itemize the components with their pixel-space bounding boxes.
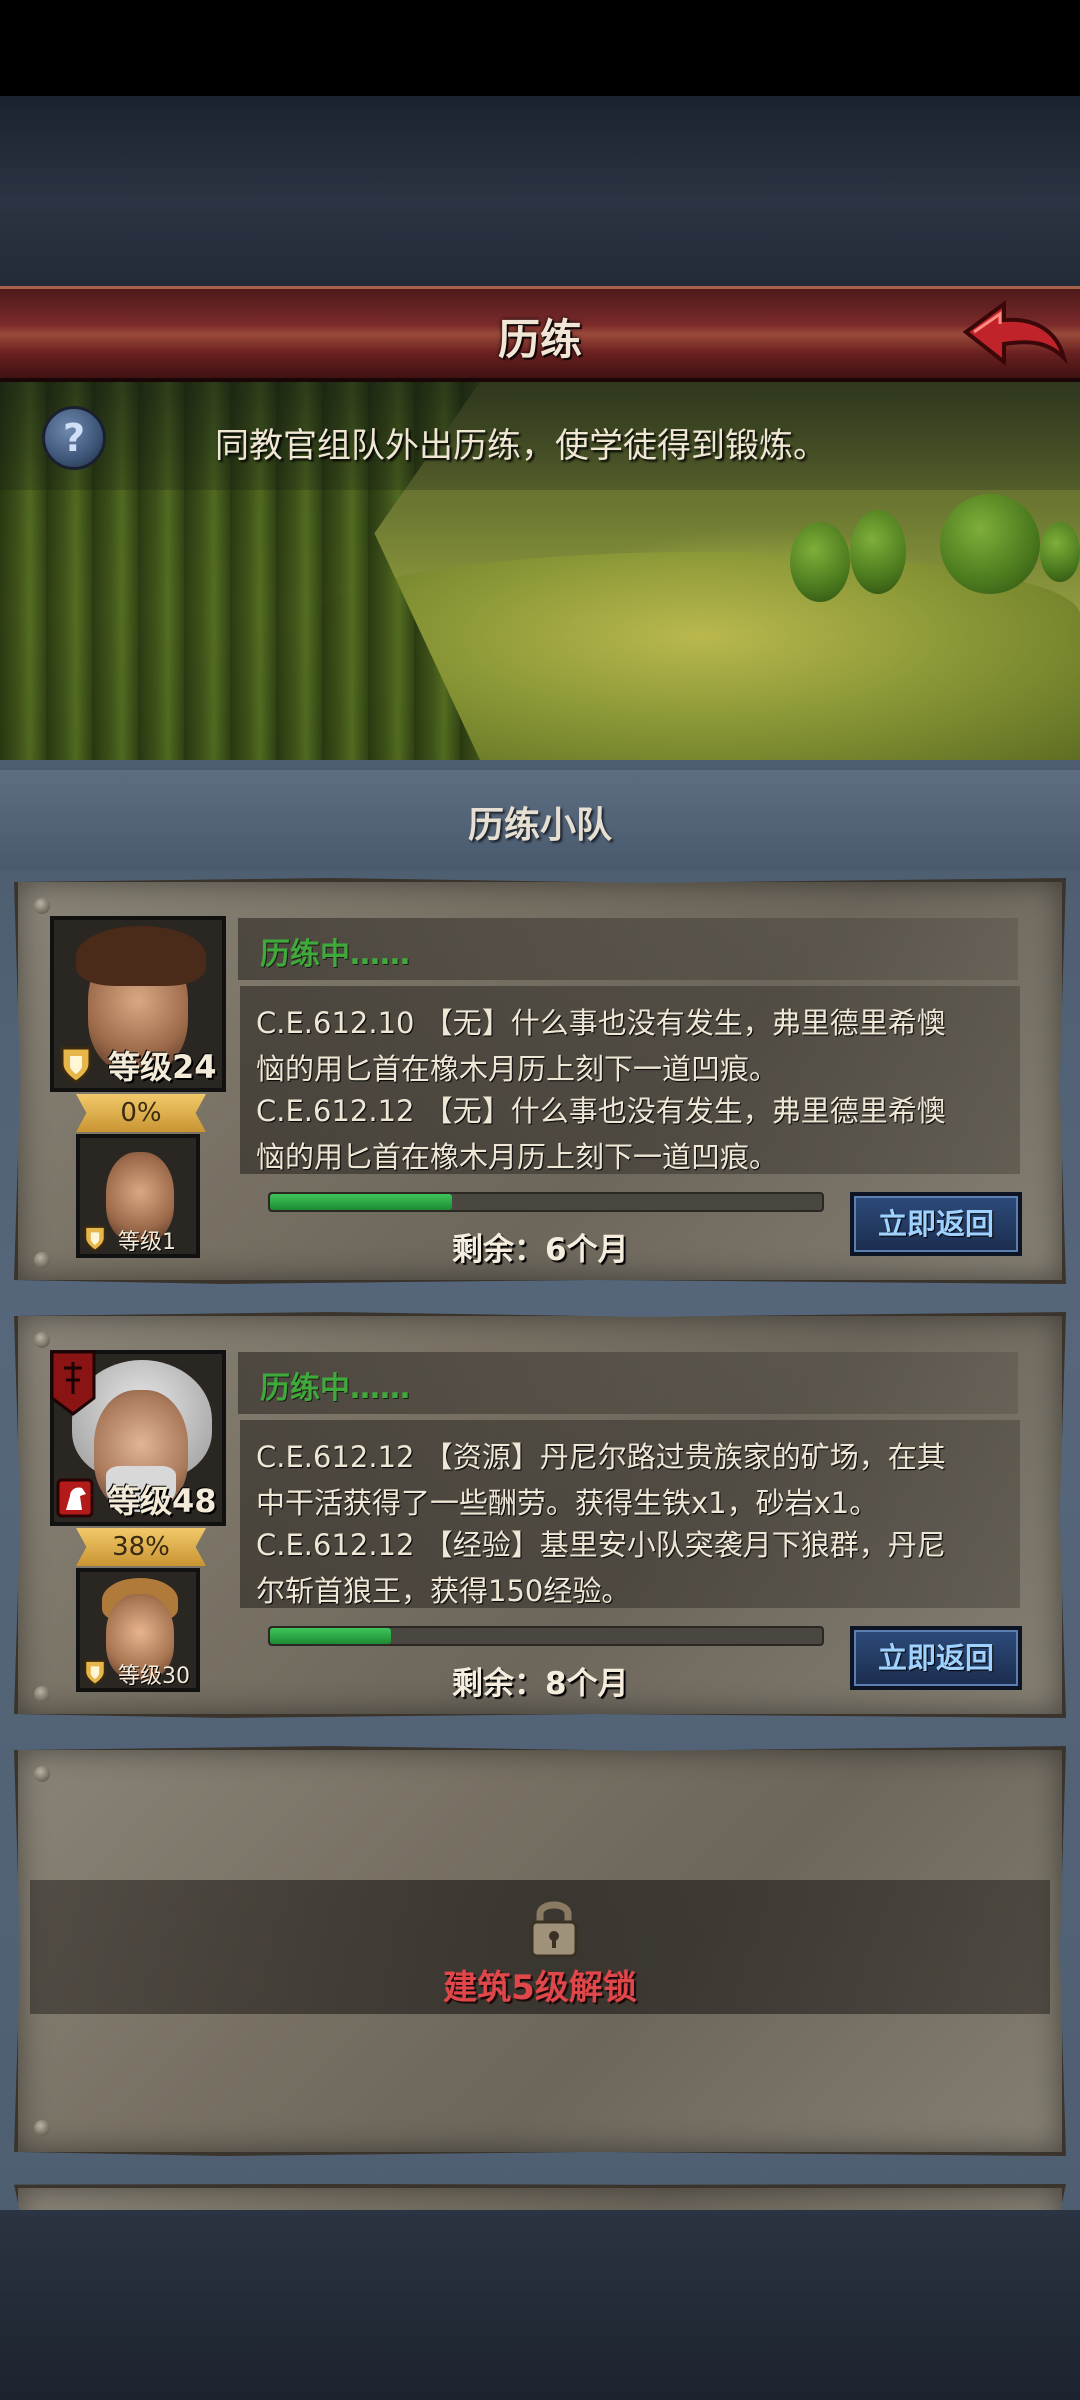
title-bar: 历练 [0,286,1080,382]
progress-fill [270,1628,392,1644]
back-arrow-icon [962,300,1068,367]
leader-level: 等级24 [108,1048,217,1086]
log-line: C.E.612.10 【无】什么事也没有发生，弗里德里希懊 [256,1006,946,1040]
progress-ribbon: 38% [76,1528,206,1566]
log-line: 恼的用匕首在橡木月历上刻下一道凹痕。 [256,1140,779,1174]
rivet [34,1686,50,1702]
bottom-background [0,2210,1080,2400]
log-line: C.E.612.12 【无】什么事也没有发生，弗里德里希懊 [256,1094,946,1128]
log-line: 恼的用匕首在橡木月历上刻下一道凹痕。 [256,1052,779,1086]
apprentice-level: 等级1 [118,1230,176,1255]
lock-icon [530,1901,578,1958]
hint-text: 同教官组队外出历练，使学徒得到锻炼。 [215,426,827,466]
progress-fill [270,1194,453,1210]
rivet [34,1332,50,1348]
horse-icon [56,1478,94,1518]
log-line: 中干活获得了一些酬劳。获得生铁x1，砂岩x1。 [256,1486,879,1520]
log-line: C.E.612.12 【资源】丹尼尔路过贵族家的矿场，在其 [256,1440,946,1474]
return-now-button[interactable]: 立即返回 [850,1192,1022,1256]
apprentice-level: 等级30 [118,1664,190,1689]
leader-level: 等级48 [108,1482,217,1520]
top-background [0,96,1080,286]
progress-ribbon: 0% [76,1094,206,1132]
shield-icon [60,1046,92,1084]
leader-hair [76,926,206,986]
rivet [34,1766,50,1782]
back-button[interactable] [960,298,1070,374]
log-line: 尔斩首狼王，获得150经验。 [256,1574,631,1608]
rivet [34,2120,50,2136]
squad-status: 历练中…… [260,937,410,972]
progress-bar [268,1192,824,1212]
shield-icon [84,1659,106,1686]
remaining-time: 剩余：6个月 [452,1232,629,1268]
banner-flag-icon [50,1350,96,1416]
unlock-requirement: 建筑5级解锁 [443,1968,637,2008]
rivet [34,898,50,914]
return-now-button[interactable]: 立即返回 [850,1626,1022,1690]
log-line: C.E.612.12 【经验】基里安小队突袭月下狼群，丹尼 [256,1528,946,1562]
shield-icon [84,1225,106,1252]
rivet [34,1252,50,1268]
squad-status: 历练中…… [260,1371,410,1406]
tree [940,494,1040,594]
tree [850,510,906,594]
system-status-bar [0,0,1080,96]
help-button[interactable]: ? [42,406,106,470]
progress-bar [268,1626,824,1646]
tree [1040,522,1080,582]
page-title: 历练 [497,315,582,364]
section-title: 历练小队 [467,805,612,846]
remaining-time: 剩余：8个月 [452,1666,629,1702]
tree [790,522,850,602]
